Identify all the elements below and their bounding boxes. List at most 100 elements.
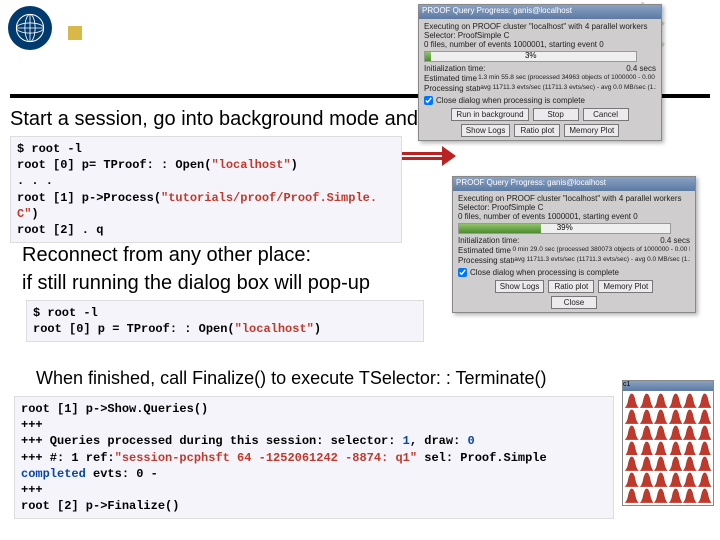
code-block-3: root [1] p->Show.Queries() +++ +++ Queri…	[14, 396, 614, 519]
progress-dialog-2: PROOF Query Progress: ganis@localhost Ex…	[452, 176, 696, 313]
histogram-cell	[683, 488, 697, 503]
canvas-title: c1	[623, 381, 713, 391]
checkbox-input[interactable]	[458, 268, 467, 277]
histogram-cell	[625, 456, 639, 471]
ratio-plot-button[interactable]: Ratio plot	[514, 124, 560, 137]
memory-plot-button[interactable]: Memory Plot	[598, 280, 653, 293]
histogram-cell	[640, 409, 654, 424]
value: avg 11711.3 evts/sec (11711.3 evts/sec) …	[514, 256, 690, 265]
checkbox-input[interactable]	[424, 96, 433, 105]
progress-label: 39%	[459, 223, 670, 232]
dialog-text: 0 files, number of events 1000001, start…	[458, 212, 690, 221]
progress-label: 3%	[425, 51, 636, 60]
close-when-done-checkbox[interactable]: Close dialog when processing is complete	[424, 96, 656, 105]
code-line: root [1] p->Show.Queries()	[21, 401, 607, 417]
label: Processing status:	[424, 84, 480, 93]
progress-dialog-1: PROOF Query Progress: ganis@localhost Ex…	[418, 4, 662, 141]
dialog-text: Selector: ProofSimple C	[458, 203, 690, 212]
histogram-cell	[698, 456, 712, 471]
memory-plot-button[interactable]: Memory Plot	[564, 124, 619, 137]
histogram-cell	[654, 441, 668, 456]
dialog-text: Executing on PROOF cluster "localhost" w…	[424, 22, 656, 31]
histogram-cell	[654, 409, 668, 424]
code-line: $ root -l	[33, 305, 417, 321]
show-logs-button[interactable]: Show Logs	[495, 280, 545, 293]
code-line: root [0] p= TProof: : Open("localhost")	[17, 157, 395, 173]
code-line: root [0] p = TProof: : Open("localhost")	[33, 321, 417, 337]
histogram-cell	[640, 488, 654, 503]
code-line: root [2] p->Finalize()	[21, 498, 607, 514]
histogram-cell	[669, 409, 683, 424]
code-line: root [1] p->Process("tutorials/proof/Pro…	[17, 190, 395, 222]
label: Estimated time left:	[424, 74, 478, 83]
histogram-cell	[640, 456, 654, 471]
close-when-done-checkbox[interactable]: Close dialog when processing is complete	[458, 268, 690, 277]
value: 1.3 min 55.8 sec (processed 34963 object…	[478, 74, 656, 83]
code-line: +++ Queries processed during this sessio…	[21, 433, 607, 449]
code-block-2: $ root -l root [0] p = TProof: : Open("l…	[26, 300, 424, 342]
histogram-cell	[669, 472, 683, 487]
histogram-cell	[625, 441, 639, 456]
histogram-cell	[640, 393, 654, 408]
value: 0.4 secs	[626, 64, 656, 73]
code-line: +++ #: 1 ref:"session-pcphsft 64 -125206…	[21, 450, 607, 482]
code-line: . . .	[17, 173, 395, 189]
code-line: $ root -l	[17, 141, 395, 157]
code-line: root [2] . q	[17, 222, 395, 238]
histogram-cell	[698, 441, 712, 456]
dialog-text: Executing on PROOF cluster "localhost" w…	[458, 194, 690, 203]
histogram-cell	[625, 488, 639, 503]
label: Estimated time left:	[458, 246, 512, 255]
histogram-cell	[683, 409, 697, 424]
code-block-1: $ root -l root [0] p= TProof: : Open("lo…	[10, 136, 402, 243]
dialog-title: PROOF Query Progress: ganis@localhost	[453, 177, 695, 191]
histogram-cell	[698, 409, 712, 424]
histogram-cell	[625, 393, 639, 408]
dialog-text: Selector: ProofSimple C	[424, 31, 656, 40]
label: Initialization time:	[458, 236, 519, 245]
dialog-title: PROOF Query Progress: ganis@localhost	[419, 5, 661, 19]
progress-bar: 39%	[458, 223, 671, 234]
value: 0.4 secs	[660, 236, 690, 245]
histogram-canvas: c1	[622, 380, 714, 506]
histogram-grid	[623, 391, 713, 505]
code-line: +++	[21, 417, 607, 433]
histogram-cell	[625, 472, 639, 487]
histogram-cell	[698, 425, 712, 440]
checkbox-label: Close dialog when processing is complete	[436, 96, 585, 105]
histogram-cell	[625, 425, 639, 440]
show-logs-button[interactable]: Show Logs	[461, 124, 511, 137]
close-button[interactable]: Close	[551, 296, 597, 309]
slide-bullet-icon	[68, 26, 82, 40]
histogram-cell	[654, 488, 668, 503]
histogram-cell	[669, 425, 683, 440]
checkbox-label: Close dialog when processing is complete	[470, 268, 619, 277]
dialog-text: 0 files, number of events 1000001, start…	[424, 40, 656, 49]
section-title-3: if still running the dialog box will pop…	[22, 272, 370, 295]
section-title-4: When finished, call Finalize() to execut…	[36, 368, 547, 389]
histogram-cell	[654, 393, 668, 408]
value: avg 11711.3 evts/sec (11711.3 evts/sec) …	[480, 84, 656, 93]
histogram-cell	[683, 393, 697, 408]
run-background-button[interactable]: Run in background	[451, 108, 528, 121]
stop-button[interactable]: Stop	[533, 108, 579, 121]
histogram-cell	[683, 472, 697, 487]
histogram-cell	[669, 441, 683, 456]
histogram-cell	[683, 425, 697, 440]
histogram-cell	[698, 488, 712, 503]
section-title-1: Start a session, go into background mode…	[10, 108, 456, 131]
value: 0 min 29.0 sec (processed 380073 objects…	[512, 246, 690, 255]
code-line: +++	[21, 482, 607, 498]
label: Initialization time:	[424, 64, 485, 73]
histogram-cell	[625, 409, 639, 424]
cancel-button[interactable]: Cancel	[583, 108, 629, 121]
ratio-plot-button[interactable]: Ratio plot	[548, 280, 594, 293]
histogram-cell	[654, 456, 668, 471]
histogram-cell	[698, 472, 712, 487]
histogram-cell	[654, 472, 668, 487]
histogram-cell	[669, 488, 683, 503]
progress-bar: 3%	[424, 51, 637, 62]
label: Processing status:	[458, 256, 514, 265]
logo-badge	[8, 6, 52, 50]
histogram-cell	[640, 472, 654, 487]
